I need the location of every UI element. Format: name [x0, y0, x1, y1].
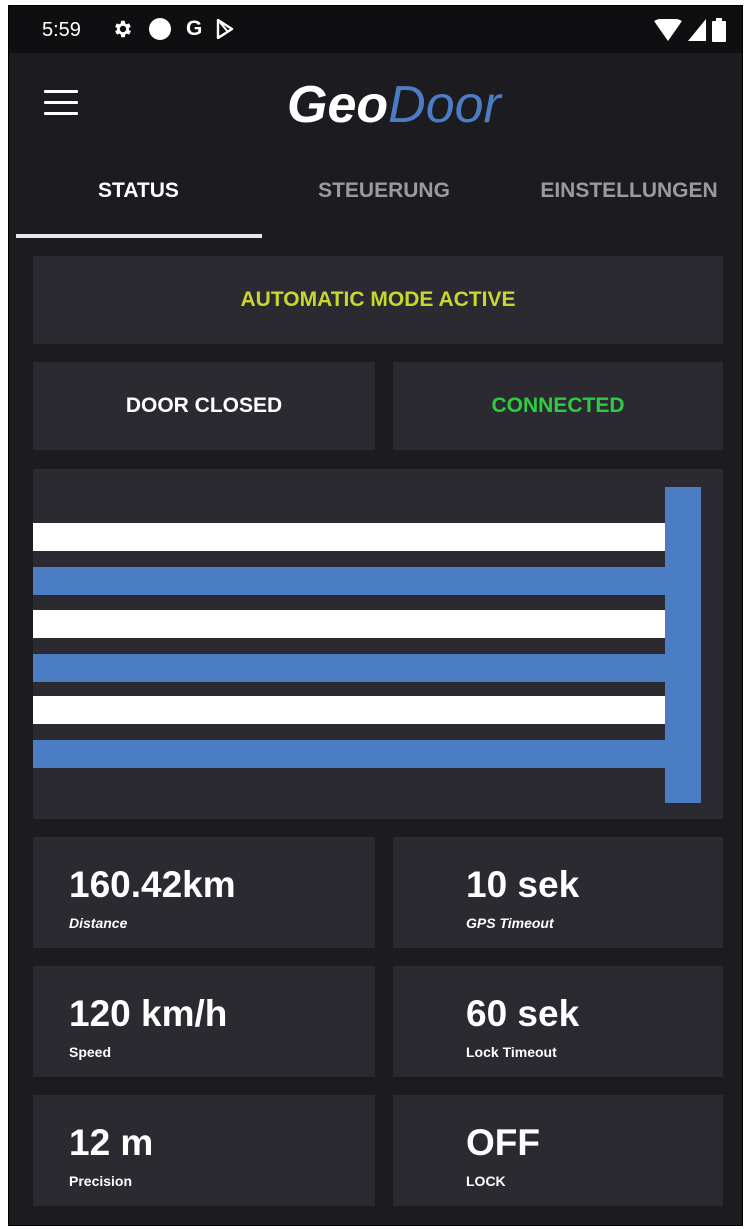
door-slat-white-3	[33, 696, 673, 724]
mode-status: AUTOMATIC MODE ACTIVE	[240, 288, 516, 311]
door-status-card: DOOR CLOSED	[33, 362, 375, 450]
metric-lock: OFF LOCK	[393, 1095, 723, 1206]
logo-door: Door	[388, 76, 501, 134]
door-slat-white-1	[33, 523, 673, 551]
circle-icon	[149, 18, 171, 40]
door-slat-blue-2	[33, 654, 673, 682]
metric-value: OFF	[466, 1122, 540, 1163]
metric-lock-timeout: 60 sek Lock Timeout	[393, 966, 723, 1077]
app-bar: GeoDoor	[9, 53, 742, 161]
metric-value: 160.42km	[69, 864, 236, 905]
door-status: DOOR CLOSED	[125, 394, 283, 417]
logo-geo: Geo	[287, 76, 389, 134]
metric-speed: 120 km/h Speed	[33, 966, 375, 1077]
door-visual-card	[33, 469, 723, 819]
metric-value: 120 km/h	[69, 993, 228, 1034]
door-frame-post	[665, 487, 701, 803]
metric-gps-timeout: 10 sek GPS Timeout	[393, 837, 723, 948]
metric-precision: 12 m Precision	[33, 1095, 375, 1206]
metric-value: 10 sek	[466, 864, 580, 905]
wifi-icon	[654, 19, 682, 41]
metric-label: Lock Timeout	[466, 1044, 557, 1060]
tab-steuerung[interactable]: STEUERUNG	[294, 179, 474, 203]
status-icons-right	[654, 18, 726, 42]
menu-button[interactable]	[44, 90, 78, 118]
metric-label: GPS Timeout	[466, 915, 554, 931]
play-store-icon	[217, 19, 234, 39]
door-slat-blue-1	[33, 567, 673, 595]
status-bar: 5:59 G	[9, 6, 742, 53]
connection-card: CONNECTED	[393, 362, 723, 450]
connection-status: CONNECTED	[491, 394, 625, 417]
mode-card: AUTOMATIC MODE ACTIVE	[33, 256, 723, 344]
tab-status[interactable]: STATUS	[67, 179, 210, 203]
tab-einstellungen[interactable]: EINSTELLUNGEN	[524, 179, 734, 203]
metric-label: LOCK	[466, 1173, 506, 1189]
metric-label: Speed	[69, 1044, 112, 1060]
tab-bar: STATUS STEUERUNG EINSTELLUNGEN	[9, 161, 742, 239]
battery-icon	[712, 18, 726, 42]
app-logo: GeoDoor	[287, 75, 501, 135]
tab-indicator	[16, 234, 262, 238]
metric-value: 12 m	[69, 1122, 154, 1163]
status-time: 5:59	[42, 19, 81, 41]
google-icon: G	[186, 17, 203, 40]
metric-distance: 160.42km Distance	[33, 837, 375, 948]
metric-label: Distance	[69, 915, 128, 931]
metric-label: Precision	[69, 1173, 133, 1189]
signal-icon	[688, 19, 706, 41]
door-slat-blue-3	[33, 740, 673, 768]
gear-icon	[115, 20, 131, 38]
hamburger-icon	[44, 90, 78, 93]
door-slat-white-2	[33, 610, 673, 638]
app-frame: 5:59 G GeoDoor STATUS STEUERUNG EINSTELL…	[8, 5, 743, 1226]
garage-door-graphic	[33, 487, 701, 803]
metric-value: 60 sek	[466, 993, 580, 1034]
status-icons-left: G	[112, 16, 234, 42]
